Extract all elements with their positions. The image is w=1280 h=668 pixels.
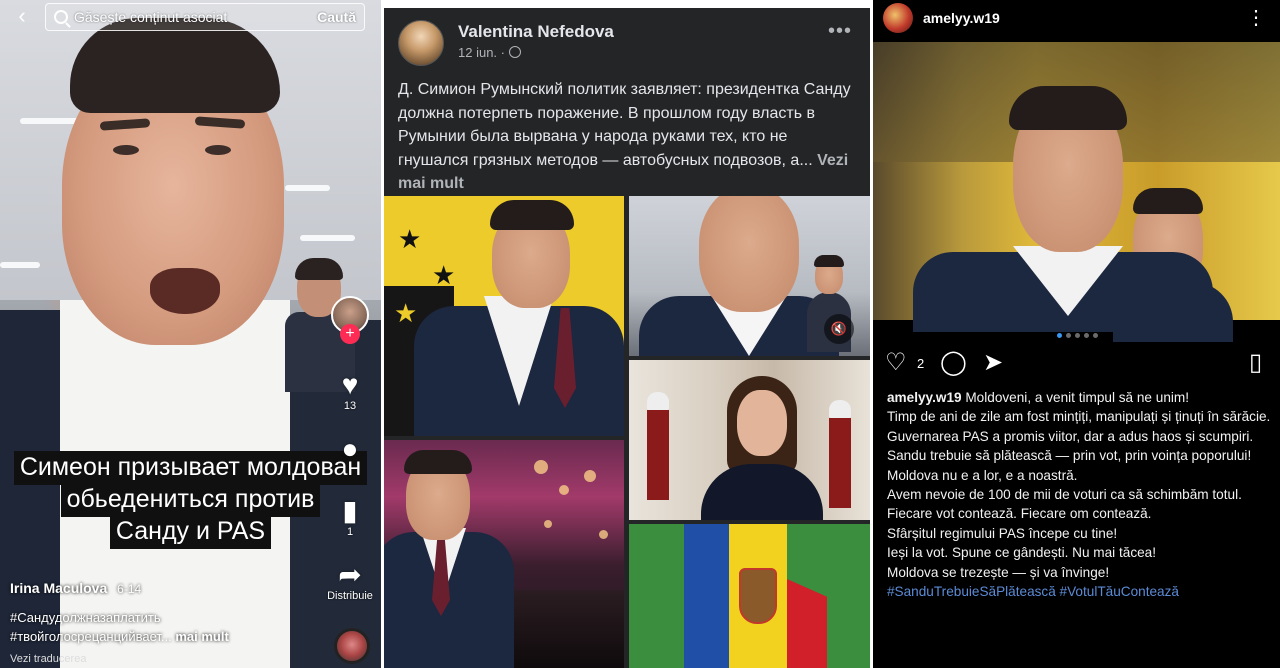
eye: [113, 145, 139, 155]
caption-username[interactable]: amelyy.w19: [887, 390, 962, 405]
post-date-text: 12 iun. ·: [458, 45, 505, 60]
ceiling-light: [300, 235, 355, 241]
like-count: 2: [917, 356, 925, 371]
like-button[interactable]: ♥ 13: [322, 370, 378, 413]
light-dot: [599, 530, 608, 539]
eye: [205, 145, 231, 155]
bookmark-button[interactable]: ▮ 1: [322, 496, 378, 539]
caption-line: Guvernarea PAS a promis viitor, dar a ad…: [887, 428, 1254, 444]
search-button[interactable]: Caută: [317, 9, 356, 25]
post-photo[interactable]: [873, 42, 1280, 342]
ceiling-light: [20, 118, 80, 124]
heart-icon[interactable]: ♥: [322, 370, 378, 400]
caption-line: Timp de ani de zile am fost mințiți, man…: [887, 409, 1271, 425]
ceiling-light: [0, 262, 40, 268]
video-tile[interactable]: 🔇: [629, 196, 870, 356]
caption-text: Симеон призывает молдован: [13, 451, 368, 485]
post-body: Д. Симион Румынский политик заявляет: пр…: [398, 81, 851, 169]
caption-line: Sandu trebuie să plătească — prin vot, p…: [887, 448, 1252, 464]
speaker-hair: [70, 18, 280, 113]
search-icon: [54, 10, 68, 24]
post-header: amelyy.w19 ⋮: [873, 0, 1280, 40]
ellipsis-icon[interactable]: ⋮: [1246, 5, 1266, 30]
post-actions: ♡ 2 ◯ ➤ ▯: [885, 350, 1275, 380]
facebook-post-panel: Valentina Nefedova 12 iun. · ••• Д. Сими…: [384, 8, 870, 668]
avatar[interactable]: [883, 3, 913, 33]
guard-figure: [829, 418, 851, 508]
light-dot: [534, 460, 548, 474]
photo-tile[interactable]: ★ ★ ★: [384, 196, 624, 436]
instagram-post-panel: amelyy.w19 ⋮ ♡ 2 ◯ ➤ ▯ amelyy.w19 Moldov…: [873, 0, 1280, 668]
author-name[interactable]: Valentina Nefedova: [458, 22, 614, 42]
post-header: Valentina Nefedova 12 iun. · •••: [384, 8, 870, 74]
carousel-dots: [1057, 333, 1098, 338]
hashtag-link[interactable]: #твойголосрецанцийвает...: [10, 629, 172, 644]
speaker-mute-icon[interactable]: 🔇: [824, 314, 854, 344]
mouth: [150, 268, 220, 314]
guard-hat: [829, 400, 851, 418]
ellipsis-icon[interactable]: •••: [828, 20, 852, 43]
share-arrow-icon[interactable]: ➦: [322, 560, 378, 590]
share-button[interactable]: ➦ Distribuie: [322, 560, 378, 603]
guard-hat: [647, 392, 669, 410]
coat-of-arms-icon: [739, 568, 777, 624]
username[interactable]: amelyy.w19: [923, 10, 1000, 26]
hashtag-link[interactable]: #Сандудолжназаплатить: [10, 608, 229, 627]
back-arrow-icon[interactable]: ‹: [10, 4, 34, 28]
person-body: [701, 464, 823, 520]
bookmark-icon[interactable]: ▯: [1249, 350, 1262, 376]
tiktok-video-panel: ‹ Găsește conținut asociat Caută Симеон …: [0, 0, 381, 668]
bookmark-count: 1: [346, 526, 354, 538]
post-date: 6-14: [117, 582, 142, 596]
avatar[interactable]: [398, 20, 444, 66]
caption-line: Avem nevoie de 100 de mii de voturi ca s…: [887, 487, 1242, 503]
like-count: 13: [343, 400, 357, 412]
person-face: [737, 390, 787, 456]
music-disc-icon[interactable]: [334, 628, 370, 664]
share-label: Distribuie: [327, 590, 373, 602]
light-dot: [584, 470, 596, 482]
star-icon: ★: [398, 224, 422, 254]
flag-stripe-red: [787, 579, 827, 668]
search-bar[interactable]: Găsește conținut asociat Caută: [45, 3, 365, 31]
flag-stripe-blue: [684, 524, 729, 668]
star-icon: ★: [394, 298, 418, 328]
photo-tile[interactable]: [384, 440, 624, 668]
light-dot: [559, 485, 569, 495]
light-dot: [544, 520, 552, 528]
caption-line: Fiecare vot contează. Fiecare om conteaz…: [887, 506, 1152, 522]
caption-line: Moldova nu e a lor, e a noastră.: [887, 467, 1078, 483]
heart-icon[interactable]: ♡: [885, 350, 907, 376]
star-icon: ★: [432, 260, 456, 290]
map-tile[interactable]: [629, 524, 870, 668]
photo-tile[interactable]: [629, 360, 870, 520]
translate-link[interactable]: Vezi traducerea: [10, 653, 86, 665]
comment-button[interactable]: ●: [322, 434, 378, 464]
caption-line: Ieși la vot. Spune ce gândești. Nu mai t…: [887, 545, 1157, 561]
post-text: Д. Симион Румынский политик заявляет: пр…: [398, 78, 860, 196]
globe-icon: [508, 46, 521, 58]
comment-icon[interactable]: ◯: [940, 350, 967, 376]
post-date: 12 iun. ·: [458, 45, 521, 60]
post-caption: amelyy.w19 Moldoveni, a venit timpul să …: [887, 388, 1273, 601]
comment-icon[interactable]: ●: [322, 434, 378, 464]
caption-text: Санду и PAS: [109, 515, 272, 549]
caption-text: обьедениться против: [60, 483, 321, 517]
bookmark-icon[interactable]: ▮: [322, 496, 378, 526]
ceiling-light: [285, 185, 330, 191]
hashtags: #Сандудолжназаплатить #твойголосрецанций…: [10, 608, 229, 646]
author-line[interactable]: Irina Maculova 6-14: [10, 580, 141, 596]
search-input[interactable]: Găsește conținut asociat: [74, 9, 317, 25]
creator-avatar-button[interactable]: +: [322, 296, 378, 344]
more-link[interactable]: mai mult: [175, 629, 228, 644]
follow-plus-icon[interactable]: +: [340, 324, 360, 344]
caption-line: Moldoveni, a venit timpul să ne unim!: [965, 390, 1190, 405]
hashtag-links[interactable]: #SanduTrebuieSăPlătească #VotulTăuContea…: [887, 582, 1273, 601]
author-name[interactable]: Irina Maculova: [10, 580, 107, 596]
caption-line: Moldova se trezește — și va învinge!: [887, 564, 1110, 580]
caption-line: Sfârșitul regimului PAS începe cu tine!: [887, 525, 1118, 541]
send-icon[interactable]: ➤: [983, 350, 1003, 376]
guard-figure: [647, 410, 669, 500]
